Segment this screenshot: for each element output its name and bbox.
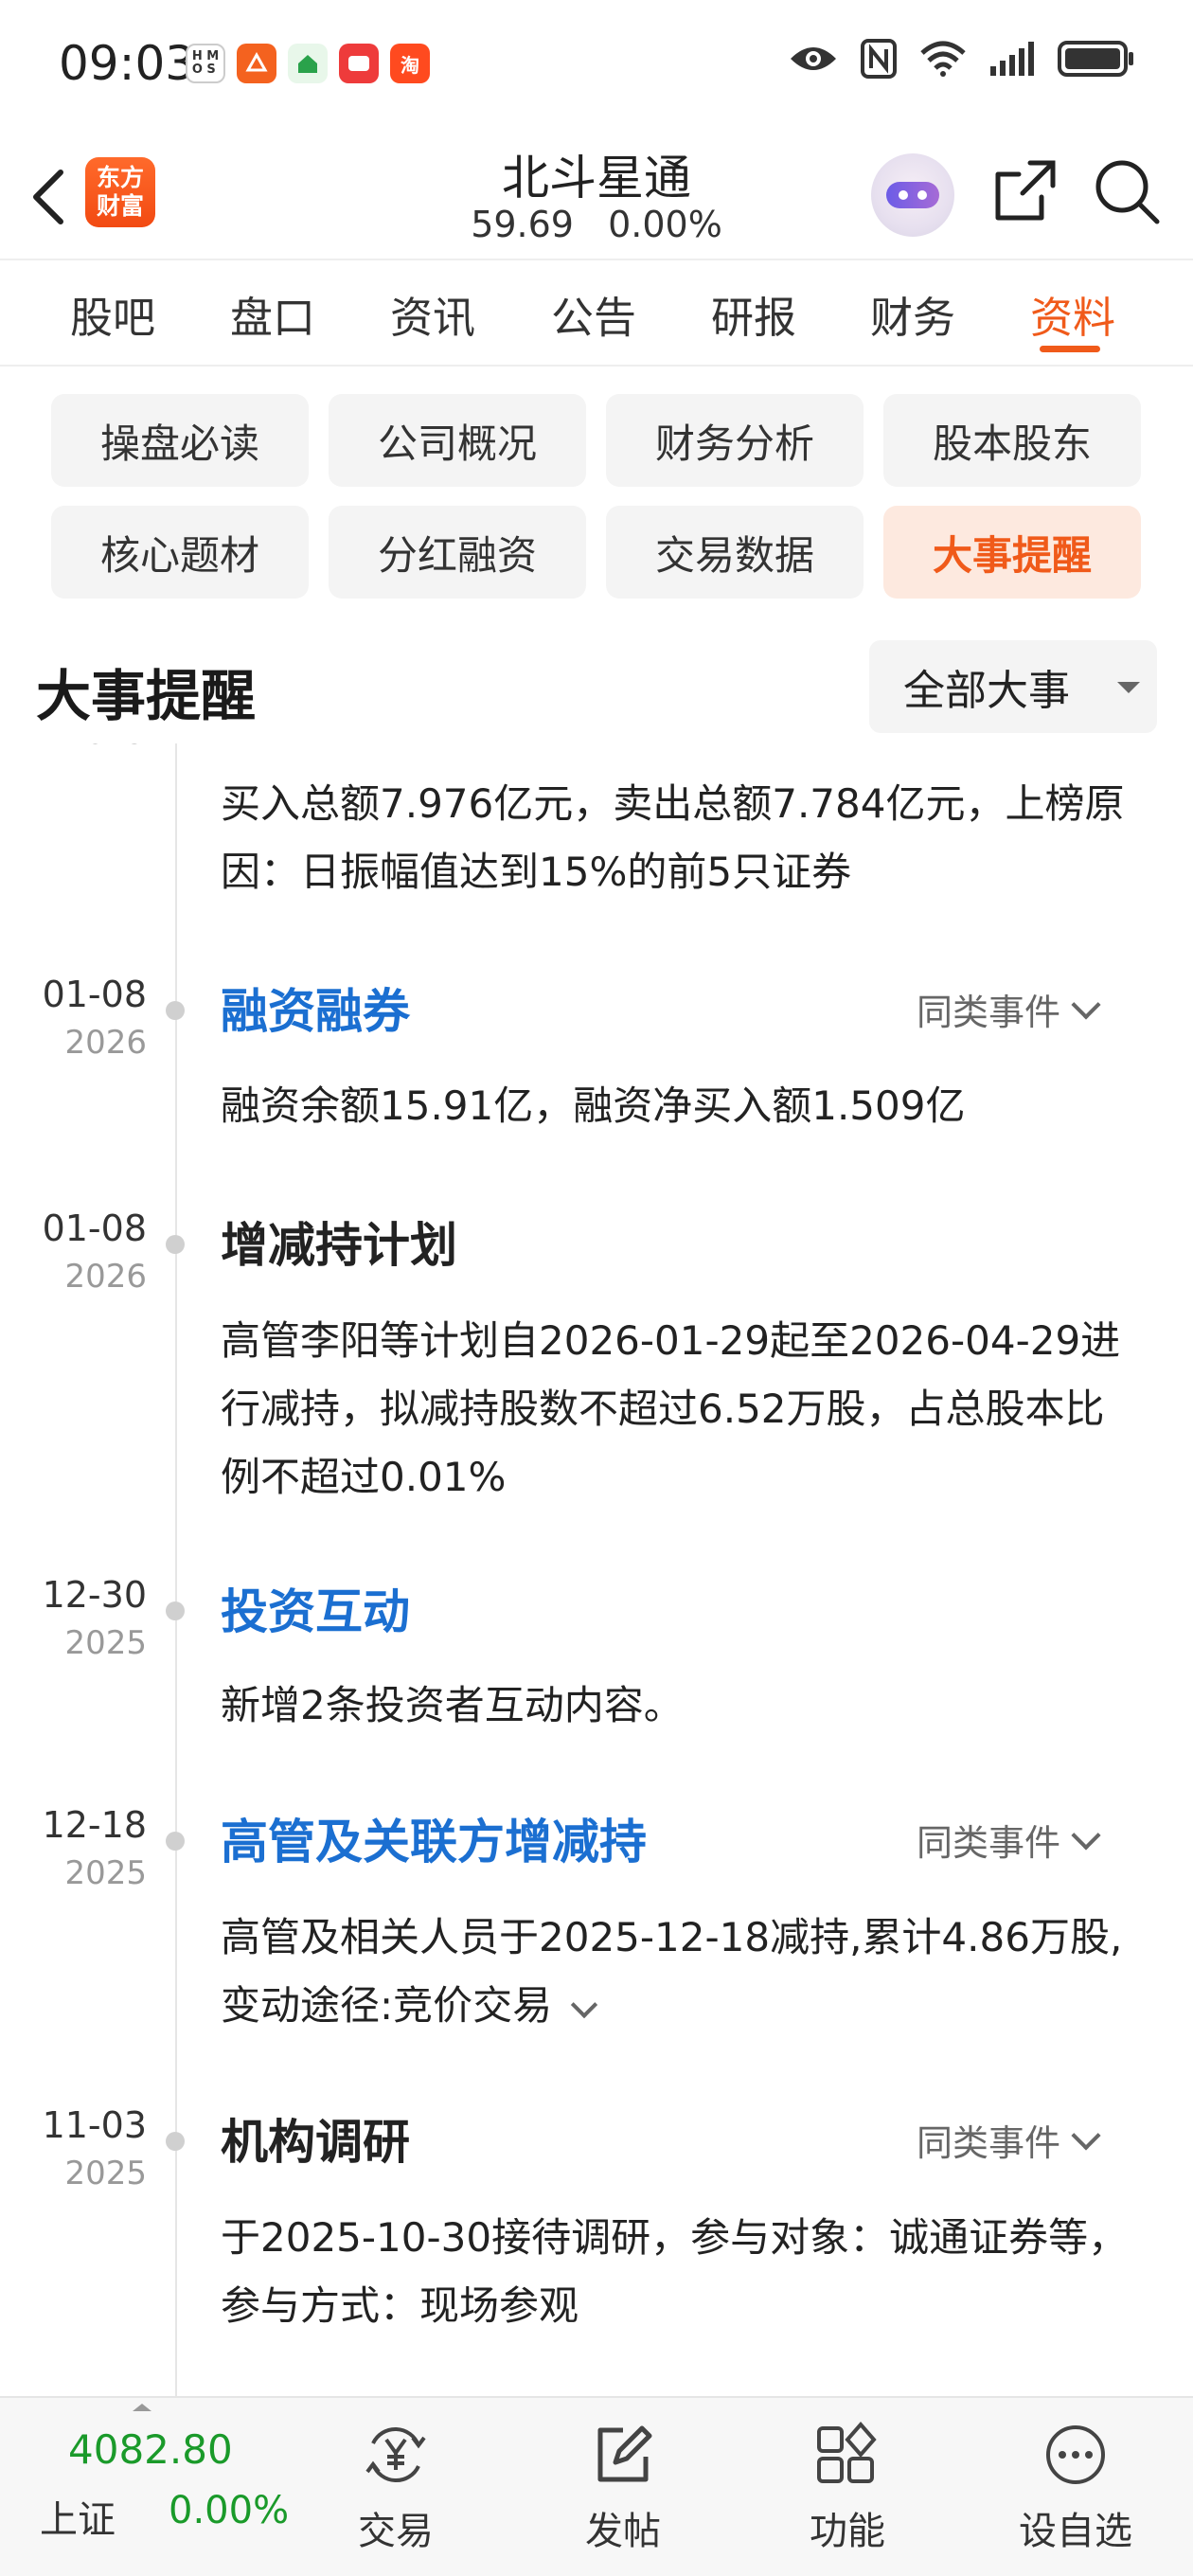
status-indicators: [788, 38, 1136, 80]
search-button[interactable]: [1091, 155, 1163, 227]
eye-icon: [791, 47, 836, 70]
section-title: 大事提醒: [36, 664, 257, 728]
index-name[interactable]: 上证: [40, 2489, 116, 2544]
share-icon: [995, 160, 1056, 221]
partial-event-body: 买入总额7.976亿元，卖出总额7.784亿元，上榜原因：日振幅值达到15%的前…: [221, 780, 1125, 895]
timeline-dot: [166, 2132, 185, 2151]
event-filter-dropdown[interactable]: 全部大事: [869, 640, 1157, 733]
stock-header: 东方 财富 北斗星通 59.69 0.00%: [0, 133, 1193, 260]
same-event-label: 同类事件: [917, 992, 1061, 1033]
event-title: 机构调研: [221, 2115, 410, 2170]
grid-icon: [817, 2421, 877, 2483]
ai-assistant-button[interactable]: [871, 153, 954, 237]
event-timeline: 2026 买入总额7.976亿元，卖出总额7.784亿元，上榜原因：日振幅值达到…: [0, 743, 1193, 2396]
timeline-dot: [166, 1001, 185, 1020]
event-year: 2026: [64, 1258, 147, 1296]
nfc-icon: [861, 39, 897, 79]
event-title: 增减持计划: [221, 1218, 457, 1273]
yuan-exchange-icon: [365, 2426, 426, 2483]
tab-guba[interactable]: 股吧: [70, 283, 155, 345]
chevron-down-icon: [1071, 989, 1101, 1020]
event-year: 2025: [64, 1624, 147, 1662]
nav-functions[interactable]: 功能: [772, 2411, 923, 2572]
nav-post[interactable]: 发帖: [547, 2411, 699, 2572]
nav-trade[interactable]: 交易: [320, 2411, 472, 2572]
event-year: 2025: [64, 1854, 147, 1892]
event-date: 11-03: [42, 2104, 147, 2146]
hmos-icon: H MO S: [186, 44, 225, 83]
event-body: 新增2条投资者互动内容。: [221, 1682, 684, 1728]
tab-research[interactable]: 研报: [711, 283, 796, 345]
app-orange-icon: [237, 44, 276, 83]
chip-shareholders[interactable]: 股本股东: [883, 394, 1141, 487]
active-tab-indicator: [1040, 346, 1100, 352]
expand-up-icon[interactable]: [133, 2404, 151, 2411]
event-title-link[interactable]: 融资融券: [221, 974, 410, 1042]
status-bar: 09:03 H MO S 淘: [0, 0, 1193, 133]
chip-core-themes[interactable]: 核心题材: [51, 506, 309, 599]
index-change[interactable]: 0.00%: [169, 2489, 289, 2532]
stock-tabs: 股吧 盘口 资讯 公告 研报 财务 资料: [0, 262, 1193, 367]
event-filter-label: 全部大事: [903, 667, 1070, 715]
status-time: 09:03: [59, 36, 196, 91]
timeline-dot: [166, 1235, 185, 1254]
chip-dividends-financing[interactable]: 分红融资: [329, 506, 586, 599]
chip-major-events[interactable]: 大事提醒: [883, 506, 1141, 599]
event-body: 于2025-10-30接待调研，参与对象：诚通证券等，参与方式：现场参观: [221, 2214, 1129, 2329]
chevron-down-icon: [1071, 2120, 1101, 2151]
event-date: 01-08: [42, 974, 147, 1015]
chip-financial-analysis[interactable]: 财务分析: [606, 394, 864, 487]
wifi-icon: [920, 41, 966, 77]
tab-pankou[interactable]: 盘口: [230, 283, 315, 345]
same-event-button[interactable]: 同类事件: [917, 983, 1101, 1035]
event-date: 01-08: [42, 1208, 147, 1249]
event-year: 2026: [64, 1024, 147, 1062]
chevron-down-icon: [1071, 1819, 1101, 1851]
index-value[interactable]: 4082.80: [68, 2426, 233, 2473]
search-icon: [1095, 160, 1160, 224]
tab-announcements[interactable]: 公告: [551, 283, 636, 345]
event-body: 高管及相关人员于2025-12-18减持,累计4.86万股,变动途径:竞价交易: [221, 1914, 1123, 2029]
event-date: 12-30: [42, 1574, 147, 1616]
tab-finance[interactable]: 财务: [870, 283, 955, 345]
partial-event-year: 2026: [66, 743, 143, 751]
event-body: 高管李阳等计划自2026-01-29起至2026-04-29进行减持，拟减持股数…: [221, 1317, 1121, 1500]
taobao-icon: 淘: [390, 44, 430, 83]
robot-icon: [886, 182, 939, 208]
timeline-dot: [166, 1832, 185, 1851]
same-event-button[interactable]: 同类事件: [917, 2114, 1101, 2166]
app-red-square-icon: [339, 44, 379, 83]
caret-down-icon: [1117, 682, 1140, 693]
timeline-dot: [166, 1601, 185, 1620]
chip-company-overview[interactable]: 公司概况: [329, 394, 586, 487]
event-year: 2025: [64, 2155, 147, 2192]
event-body: 融资余额15.91亿，融资净买入额1.509亿: [221, 1082, 966, 1129]
stock-change-pct: 0.00%: [608, 204, 722, 245]
tab-news[interactable]: 资讯: [390, 283, 475, 345]
event-date: 12-18: [42, 1804, 147, 1846]
chip-trading-data[interactable]: 交易数据: [606, 506, 864, 599]
tab-profile[interactable]: 资料: [1030, 283, 1115, 345]
same-event-label: 同类事件: [917, 1822, 1061, 1864]
expand-chevron-icon[interactable]: [571, 1991, 598, 2018]
share-button[interactable]: [988, 155, 1060, 227]
nav-add-watchlist[interactable]: 设自选: [1000, 2411, 1151, 2572]
same-event-button[interactable]: 同类事件: [917, 1814, 1101, 1866]
stock-price: 59.69: [471, 204, 574, 245]
status-app-icons: H MO S 淘: [186, 44, 430, 83]
event-title-link[interactable]: 高管及关联方增减持: [221, 1804, 647, 1872]
event-title-link[interactable]: 投资互动: [221, 1574, 410, 1642]
chip-trading-guide[interactable]: 操盘必读: [51, 394, 309, 487]
signal-icon: [990, 42, 1034, 76]
same-event-label: 同类事件: [917, 2122, 1061, 2164]
bottom-bar: 4082.80 上证 0.00% 交易 发帖 功能 设自选: [0, 2396, 1193, 2576]
battery-icon: [1058, 41, 1133, 77]
more-dots-icon: [1046, 2425, 1105, 2484]
edit-post-icon: [597, 2425, 652, 2482]
app-home-icon: [288, 44, 328, 83]
